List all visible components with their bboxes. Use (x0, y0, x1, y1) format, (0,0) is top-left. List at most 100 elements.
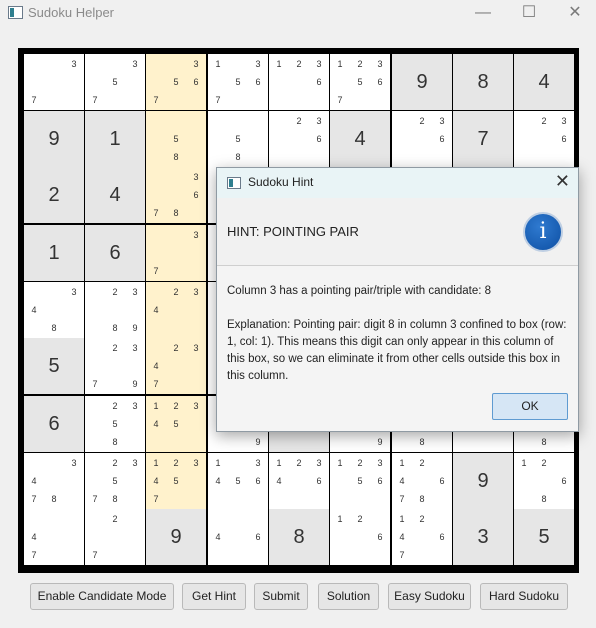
sudoku-cell[interactable]: 8 (269, 509, 329, 565)
sudoku-cell[interactable]: 1 2 3 5 6 (330, 453, 390, 509)
sudoku-cell[interactable]: 47 (24, 509, 84, 565)
cell-candidate: 4 (31, 476, 37, 486)
dialog-close-icon[interactable]: ✕ (555, 171, 570, 192)
cell-candidate: 1 (399, 514, 405, 524)
sudoku-cell[interactable]: 2 3 6 (514, 111, 574, 167)
sudoku-cell[interactable]: 3 6 7 8 (146, 167, 206, 223)
sudoku-cell[interactable]: 9 (392, 54, 452, 110)
sudoku-cell[interactable]: 2 3 4 (146, 282, 206, 338)
ok-button[interactable]: OK (492, 393, 568, 420)
cell-candidate: 6 (377, 476, 383, 486)
cell-candidate: 3 (71, 458, 77, 468)
cell-candidate: 2 (296, 59, 302, 69)
sudoku-cell[interactable]: 2 3 4 7 (146, 338, 206, 394)
sudoku-cell[interactable]: 58 (146, 111, 206, 167)
sudoku-cell[interactable]: 1 2 3 4 6 (269, 453, 329, 509)
cell-candidate: 4 (153, 361, 159, 371)
sudoku-cell[interactable]: 9 (146, 509, 206, 565)
cell-candidate: 1 (153, 401, 159, 411)
easy-sudoku-button[interactable]: Easy Sudoku (388, 583, 471, 610)
cell-candidate: 8 (112, 494, 118, 504)
sudoku-cell[interactable]: 6 (85, 225, 145, 281)
sudoku-cell[interactable]: 2 3 7 9 (85, 338, 145, 394)
get-hint-button[interactable]: Get Hint (182, 583, 246, 610)
cell-candidate: 4 (276, 476, 282, 486)
hard-sudoku-button[interactable]: Hard Sudoku (480, 583, 568, 610)
cell-candidate: 6 (377, 77, 383, 87)
sudoku-cell[interactable]: 27 (85, 509, 145, 565)
sudoku-cell[interactable]: 8 (453, 54, 513, 110)
cell-candidate: 8 (112, 323, 118, 333)
sudoku-cell[interactable]: 2 3 6 (392, 111, 452, 167)
sudoku-cell[interactable]: 3 (453, 509, 513, 565)
cell-candidate: 3 (193, 343, 199, 353)
sudoku-cell[interactable]: 1 2 4 6 7 (392, 509, 452, 565)
sudoku-cell[interactable]: 1 2 4 6 7 8 (392, 453, 452, 509)
sudoku-cell[interactable]: 4 (514, 54, 574, 110)
submit-button[interactable]: Submit (254, 583, 308, 610)
cell-candidate: 5 (235, 77, 241, 87)
sudoku-cell[interactable]: 2 3 5 7 8 (85, 453, 145, 509)
sudoku-cell[interactable]: 1 2 3 4 5 7 (146, 453, 206, 509)
minimize-button[interactable]: — (460, 0, 506, 28)
sudoku-cell[interactable]: 1 3 5 6 7 (208, 54, 268, 110)
sudoku-cell[interactable]: 9 (24, 111, 84, 167)
sudoku-cell[interactable]: 1 (24, 225, 84, 281)
sudoku-cell[interactable]: 3 5 7 (85, 54, 145, 110)
cell-candidate: 2 (173, 287, 179, 297)
sudoku-cell[interactable]: 37 (24, 54, 84, 110)
sudoku-cell[interactable]: 3 4 8 (24, 282, 84, 338)
cell-value: 6 (48, 412, 60, 435)
sudoku-cell[interactable]: 1 3 4 5 6 (208, 453, 268, 509)
sudoku-cell[interactable]: 3 5 6 7 (146, 54, 206, 110)
app-icon (8, 6, 23, 19)
sudoku-cell[interactable]: 1 2 6 8 (514, 453, 574, 509)
sudoku-cell[interactable]: 2 3 6 (269, 111, 329, 167)
sudoku-cell[interactable]: 2 3 8 9 (85, 282, 145, 338)
sudoku-cell[interactable]: 1 2 6 (330, 509, 390, 565)
sudoku-cell[interactable]: 1 2 3 5 6 7 (330, 54, 390, 110)
cell-candidate: 1 (337, 59, 343, 69)
cell-value: 5 (538, 525, 550, 548)
cell-candidate: 6 (439, 532, 445, 542)
sudoku-cell[interactable]: 1 2 3 4 5 (146, 396, 206, 452)
cell-candidate: 2 (112, 458, 118, 468)
cell-candidate: 3 (377, 59, 383, 69)
sudoku-cell[interactable]: 6 (24, 396, 84, 452)
sudoku-cell[interactable]: 2 3 5 8 (85, 396, 145, 452)
info-icon: i (523, 212, 563, 252)
sudoku-cell[interactable]: 3 4 7 8 (24, 453, 84, 509)
sudoku-cell[interactable]: 2 (24, 167, 84, 223)
cell-candidate: 2 (357, 59, 363, 69)
sudoku-cell[interactable]: 46 (208, 509, 268, 565)
sudoku-cell[interactable]: 4 (85, 167, 145, 223)
cell-candidate: 7 (399, 550, 405, 560)
enable-candidate-mode-button[interactable]: Enable Candidate Mode (30, 583, 174, 610)
sudoku-cell[interactable]: 4 (330, 111, 390, 167)
cell-candidate: 7 (153, 208, 159, 218)
sudoku-cell[interactable]: 9 (453, 453, 513, 509)
cell-candidate: 2 (419, 514, 425, 524)
cell-candidate: 2 (541, 116, 547, 126)
sudoku-cell[interactable]: 58 (208, 111, 268, 167)
cell-candidate: 6 (255, 532, 261, 542)
cell-candidate: 8 (51, 494, 57, 504)
sudoku-cell[interactable]: 1 (85, 111, 145, 167)
maximize-button[interactable]: ☐ (506, 0, 552, 28)
sudoku-cell[interactable]: 5 (24, 338, 84, 394)
cell-candidate: 2 (419, 116, 425, 126)
sudoku-cell[interactable]: 37 (146, 225, 206, 281)
cell-candidate: 3 (71, 287, 77, 297)
cell-value: 6 (109, 241, 121, 264)
cell-candidate: 3 (316, 59, 322, 69)
cell-candidate: 1 (276, 458, 282, 468)
solution-button[interactable]: Solution (318, 583, 379, 610)
cell-candidate: 9 (132, 379, 138, 389)
cell-candidate: 5 (357, 77, 363, 87)
cell-candidate: 2 (173, 458, 179, 468)
close-button[interactable]: ✕ (552, 0, 596, 28)
cell-candidate: 3 (132, 287, 138, 297)
sudoku-cell[interactable]: 5 (514, 509, 574, 565)
sudoku-cell[interactable]: 7 (453, 111, 513, 167)
sudoku-cell[interactable]: 1 2 3 6 (269, 54, 329, 110)
